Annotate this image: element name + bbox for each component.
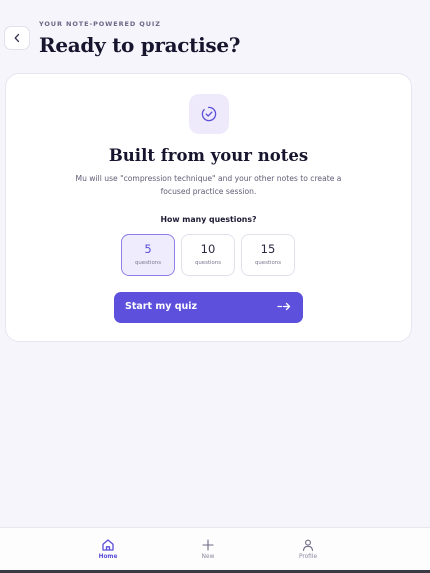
nav-item-new[interactable]: New: [188, 528, 228, 571]
home-icon: [102, 539, 114, 551]
chevron-left-icon: [14, 33, 20, 43]
page-title: Ready to practise?: [39, 33, 241, 57]
user-icon: [302, 539, 314, 552]
check-circle-icon: [201, 106, 217, 122]
card-description: Mu will use "compression technique" and …: [75, 174, 342, 196]
card-icon-container: [189, 94, 229, 134]
bottom-nav: Home New Profile: [0, 527, 430, 570]
option-value: 5: [144, 242, 152, 256]
option-value: 10: [200, 242, 216, 256]
option-unit: questions: [134, 260, 162, 266]
page-eyebrow: YOUR NOTE-POWERED QUIZ: [39, 20, 161, 28]
nav-item-home[interactable]: Home: [88, 528, 128, 571]
nav-label-home: Home: [98, 554, 118, 560]
plus-icon: [202, 539, 214, 551]
option-15-questions[interactable]: 15 questions: [241, 234, 295, 276]
option-value: 15: [260, 242, 276, 256]
option-5-questions[interactable]: 5 questions: [121, 234, 175, 276]
quiz-setup-card: Built from your notes Mu will use "compr…: [5, 73, 412, 342]
start-quiz-label: Start my quiz: [125, 301, 198, 312]
nav-item-profile[interactable]: Profile: [288, 528, 328, 571]
question-count-label: How many questions?: [160, 215, 257, 224]
option-unit: questions: [194, 260, 222, 266]
arrow-right-icon: [277, 302, 291, 311]
question-count-options: 5 questions 10 questions 15 questions: [121, 234, 301, 276]
option-10-questions[interactable]: 10 questions: [181, 234, 235, 276]
nav-label-profile: Profile: [298, 554, 318, 560]
page-header: YOUR NOTE-POWERED QUIZ Ready to practise…: [0, 0, 430, 70]
card-title: Built from your notes: [108, 146, 309, 165]
option-unit: questions: [254, 260, 282, 266]
start-quiz-button[interactable]: Start my quiz: [114, 292, 303, 323]
back-button[interactable]: [4, 26, 30, 50]
nav-label-new: New: [201, 554, 215, 560]
